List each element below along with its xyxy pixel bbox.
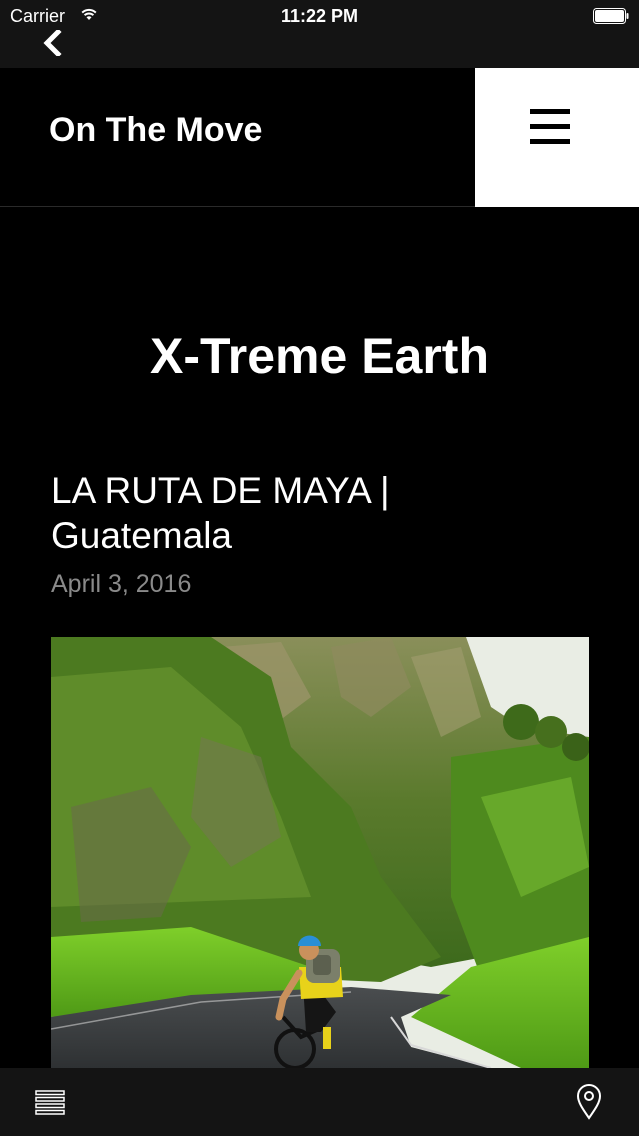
menu-button[interactable] [475,68,639,207]
cyclist-canyon-road-photo [51,637,589,1068]
list-icon[interactable] [35,1088,67,1118]
clock: 11:22 PM [280,6,359,26]
blog-title: X-Treme Earth [149,328,489,384]
status-bar: Carrier 11:22 PM [0,0,639,30]
site-header: On The Move [0,68,639,207]
post-title[interactable]: LA RUTA DE MAYA | Guatemala [51,468,591,558]
bottom-toolbar [0,1068,639,1136]
battery-icon [593,8,629,24]
post-title-line1: LA RUTA DE MAYA | [51,470,390,511]
post-title-line2: Guatemala [51,515,232,556]
location-pin-icon[interactable] [574,1084,604,1120]
back-button[interactable] [40,30,66,56]
chevron-left-icon [43,30,62,56]
site-title[interactable]: On The Move [49,111,262,150]
navigation-bar [0,30,639,68]
post-date: April 3, 2016 [51,570,192,598]
post-image[interactable] [51,637,589,1068]
hamburger-menu-icon [530,109,570,144]
